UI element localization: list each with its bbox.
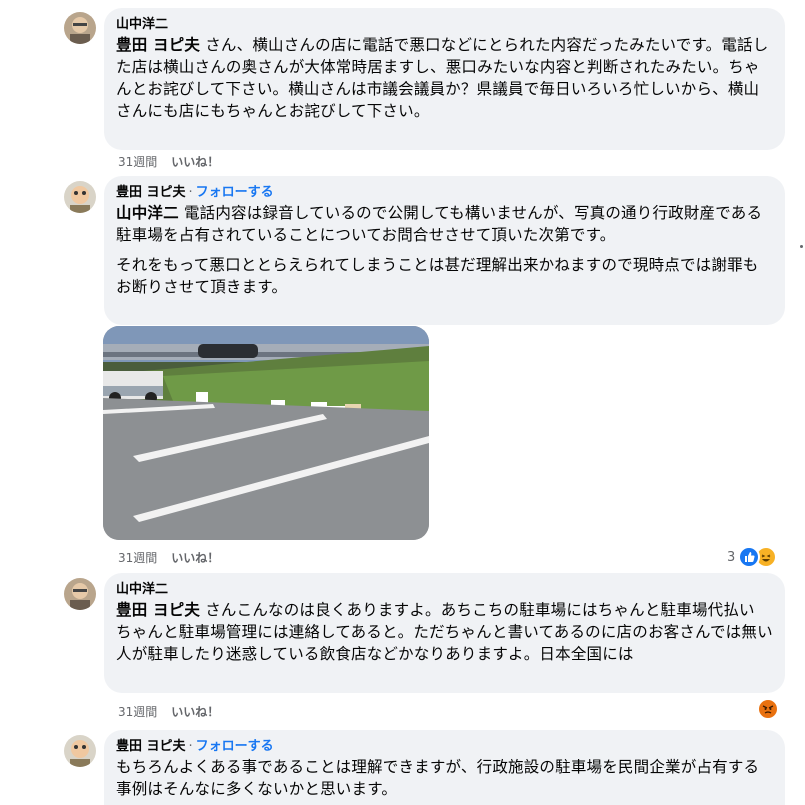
comment-meta-3: 31週間 いいね！ (118, 703, 219, 720)
comment-meta-1: 31週間 いいね！ (118, 153, 219, 170)
like-button[interactable]: いいね！ (171, 155, 219, 169)
like-reaction-icon (738, 546, 761, 568)
comment-photo-parking-lot[interactable] (103, 326, 429, 540)
timestamp[interactable]: 31週間 (118, 551, 157, 565)
avatar-yamanaka[interactable] (64, 12, 96, 44)
comment-author[interactable]: 山中洋二 (116, 581, 773, 598)
comment-meta-2: 31週間 いいね！ (118, 549, 219, 566)
mention-link[interactable]: 豊田 ヨピ夫 (116, 36, 200, 54)
avatar-toyoda[interactable] (64, 181, 96, 213)
reaction-count: 3 (727, 549, 736, 565)
avatar-toyoda[interactable] (64, 735, 96, 767)
mention-link[interactable]: 山中洋二 (116, 204, 179, 222)
comment-text: 豊田 ヨピ夫 さん、横山さんの店に電話で悪口などにとられた内容だったみたいです。… (116, 36, 769, 120)
avatar-yamanaka[interactable] (64, 578, 96, 610)
like-button[interactable]: いいね！ (171, 551, 219, 565)
comment-author[interactable]: 山中洋二 (116, 16, 773, 33)
comment-bubble-4: 豊田 ヨピ夫 · フォローする もちろんよくある事であることは理解できますが、行政施… (104, 730, 785, 805)
comment-author[interactable]: 豊田 ヨピ夫 (116, 185, 186, 200)
angry-reaction-icon (757, 698, 779, 720)
comment-bubble-1: 山中洋二 豊田 ヨピ夫 さん、横山さんの店に電話で悪口などにとられた内容だったみ… (104, 8, 785, 150)
comment-bubble-2: 豊田 ヨピ夫 · フォローする 山中洋二 電話内容は録音しているので公開しても構いま… (104, 176, 785, 325)
reactions-summary[interactable]: 3 (727, 546, 778, 568)
follow-button[interactable]: フォローする (196, 185, 274, 200)
reactions-summary[interactable] (757, 698, 779, 720)
like-button[interactable]: いいね！ (171, 705, 219, 719)
comment-text: 豊田 ヨピ夫 さんこんなのは良くありますよ。あちこちの駐車場にはちゃんと駐車場代… (116, 601, 773, 663)
timestamp[interactable]: 31週間 (118, 705, 157, 719)
comment-text: 山中洋二 電話内容は録音しているので公開しても構いませんが、写真の通り行政財産で… (116, 204, 763, 244)
comment-author[interactable]: 豊田 ヨピ夫 (116, 739, 186, 754)
timestamp[interactable]: 31週間 (118, 155, 157, 169)
scroll-indicator (800, 245, 803, 248)
mention-link[interactable]: 豊田 ヨピ夫 (116, 601, 200, 619)
comment-text: もちろんよくある事であることは理解できますが、行政施設の駐車場を民間企業が占有す… (116, 758, 760, 798)
follow-button[interactable]: フォローする (196, 739, 274, 754)
comment-bubble-3: 山中洋二 豊田 ヨピ夫 さんこんなのは良くありますよ。あちこちの駐車場にはちゃん… (104, 573, 785, 693)
comment-text-paragraph-2: それをもって悪口ととらえられてしまうことは甚だ理解出来かねますので現時点では謝罪… (116, 256, 759, 296)
